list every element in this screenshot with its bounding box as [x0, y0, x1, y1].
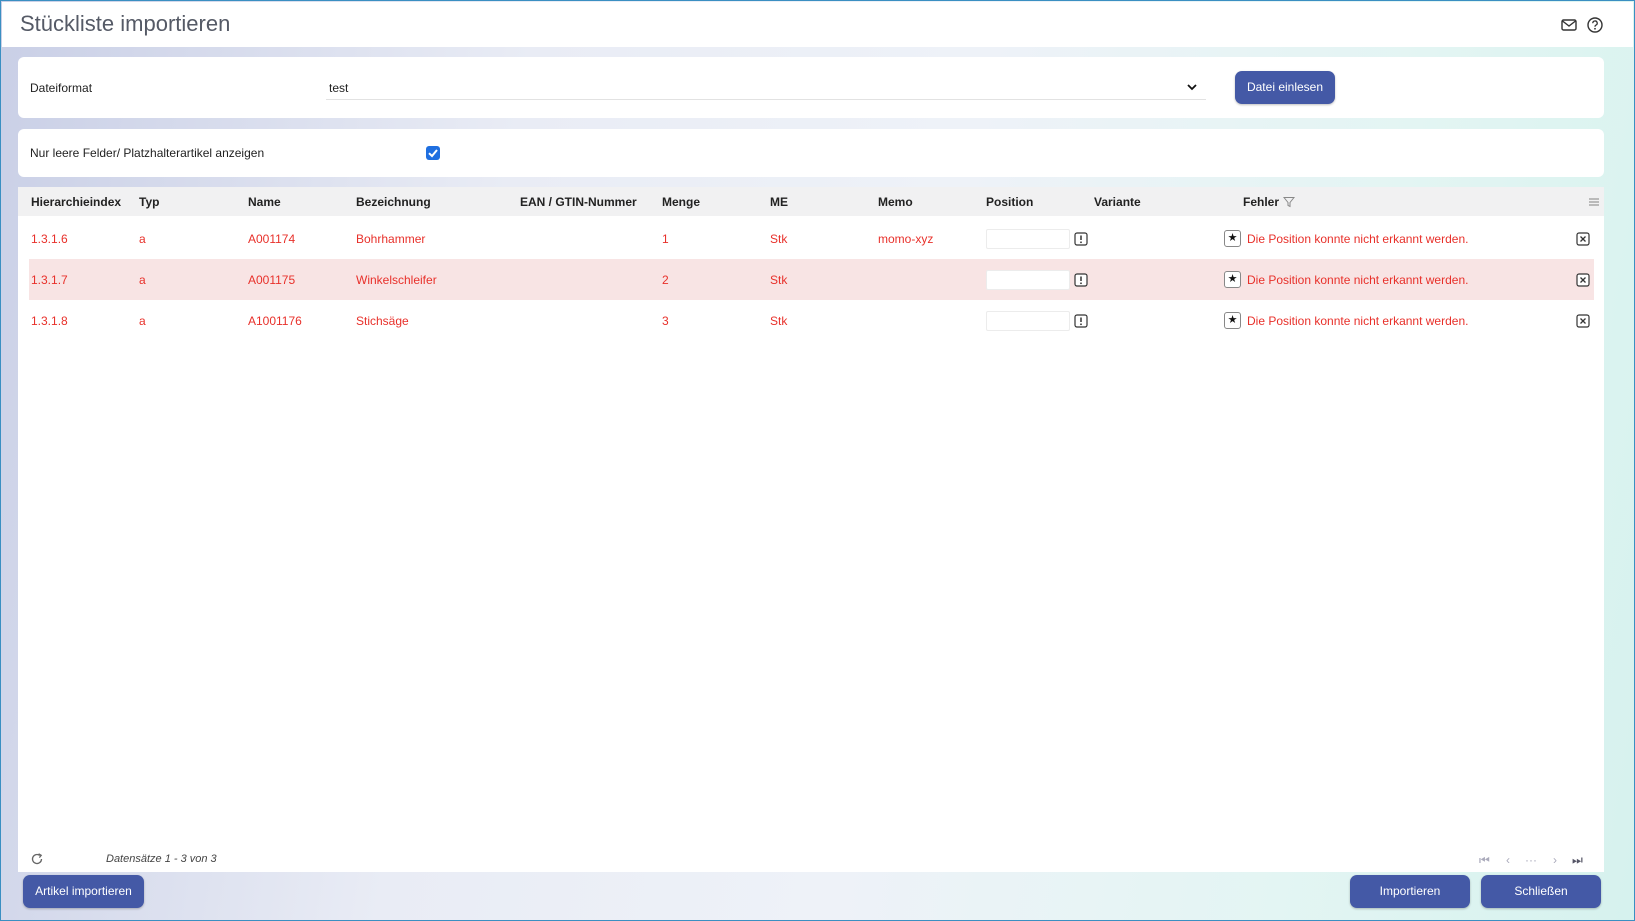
- cell-memo: momo-xyz: [878, 232, 934, 246]
- cell-quantity: 3: [662, 314, 669, 328]
- cell-type: a: [139, 273, 146, 287]
- help-icon[interactable]: [1585, 15, 1605, 35]
- prev-page-icon[interactable]: ‹: [1506, 853, 1510, 867]
- position-input[interactable]: [986, 270, 1070, 290]
- cell-error: Die Position konnte nicht erkannt werden…: [1247, 314, 1469, 328]
- position-input[interactable]: [986, 311, 1070, 331]
- column-header[interactable]: Menge: [662, 195, 700, 209]
- warning-icon[interactable]: [1074, 273, 1088, 287]
- cell-description: Stichsäge: [356, 314, 409, 328]
- cell-quantity: 1: [662, 232, 669, 246]
- first-page-icon[interactable]: ⏮: [1479, 853, 1490, 868]
- cell-name: A1001176: [248, 314, 302, 328]
- position-input[interactable]: [986, 229, 1070, 249]
- table-row[interactable]: 1.3.1.6 a A001174 Bohrhammer 1 Stk momo-…: [29, 218, 1594, 259]
- column-header[interactable]: Fehler: [1243, 195, 1279, 209]
- cell-unit: Stk: [770, 314, 788, 328]
- cell-unit: Stk: [770, 273, 788, 287]
- title-bar: Stückliste importieren: [2, 2, 1633, 47]
- bom-table: Hierarchieindex Typ Name Bezeichnung EAN…: [18, 187, 1604, 872]
- read-file-button[interactable]: Datei einlesen: [1235, 71, 1335, 104]
- cell-type: a: [139, 314, 146, 328]
- star-button[interactable]: ★: [1224, 230, 1241, 247]
- next-page-icon[interactable]: ›: [1553, 853, 1557, 867]
- column-header[interactable]: EAN / GTIN-Nummer: [520, 195, 637, 209]
- star-icon: ★: [1227, 273, 1238, 285]
- cell-name: A001174: [248, 232, 296, 246]
- chevron-down-icon: [1187, 84, 1197, 91]
- delete-row-icon[interactable]: [1576, 232, 1590, 246]
- import-dialog: Stückliste importieren Dateiformat test …: [0, 0, 1635, 921]
- cell-quantity: 2: [662, 273, 669, 287]
- dialog-title: Stückliste importieren: [20, 11, 231, 36]
- close-button[interactable]: Schließen: [1481, 875, 1601, 908]
- filter-icon[interactable]: [1283, 196, 1295, 208]
- star-icon: ★: [1227, 232, 1238, 244]
- cell-unit: Stk: [770, 232, 788, 246]
- import-button[interactable]: Importieren: [1350, 875, 1470, 908]
- column-header[interactable]: Memo: [878, 195, 913, 209]
- delete-row-icon[interactable]: [1576, 314, 1590, 328]
- file-format-value: test: [329, 81, 349, 95]
- column-menu-icon[interactable]: [1588, 196, 1600, 208]
- table-header: Hierarchieindex Typ Name Bezeichnung EAN…: [18, 187, 1604, 216]
- record-count: Datensätze 1 - 3 von 3: [106, 853, 217, 865]
- more-pages-icon[interactable]: ···: [1525, 853, 1537, 867]
- column-header[interactable]: Variante: [1094, 195, 1141, 209]
- cell-type: a: [139, 232, 146, 246]
- star-button[interactable]: ★: [1224, 312, 1241, 329]
- table-row[interactable]: 1.3.1.8 a A1001176 Stichsäge 3 Stk ★ Die…: [29, 300, 1594, 341]
- star-icon: ★: [1227, 314, 1238, 326]
- cell-index: 1.3.1.8: [31, 314, 68, 328]
- table-row[interactable]: 1.3.1.7 a A001175 Winkelschleifer 2 Stk …: [29, 259, 1594, 300]
- cell-error: Die Position konnte nicht erkannt werden…: [1247, 232, 1469, 246]
- column-header[interactable]: Typ: [139, 195, 159, 209]
- empty-fields-checkbox[interactable]: [426, 146, 440, 160]
- empty-fields-filter-label: Nur leere Felder/ Platzhalterartikel anz…: [30, 146, 265, 160]
- cell-error: Die Position konnte nicht erkannt werden…: [1247, 273, 1469, 287]
- cell-description: Bohrhammer: [356, 232, 426, 246]
- column-header[interactable]: ME: [770, 195, 788, 209]
- last-page-icon[interactable]: ⏭: [1572, 853, 1583, 868]
- delete-row-icon[interactable]: [1576, 273, 1590, 287]
- file-format-select[interactable]: test: [326, 78, 1206, 100]
- column-header[interactable]: Bezeichnung: [356, 195, 431, 209]
- column-header[interactable]: Hierarchieindex: [31, 195, 121, 209]
- refresh-icon[interactable]: [30, 852, 44, 866]
- cell-index: 1.3.1.6: [31, 232, 68, 246]
- file-format-label: Dateiformat: [30, 81, 93, 95]
- column-header[interactable]: Name: [248, 195, 281, 209]
- warning-icon[interactable]: [1074, 314, 1088, 328]
- column-header[interactable]: Position: [986, 195, 1033, 209]
- star-button[interactable]: ★: [1224, 271, 1241, 288]
- cell-index: 1.3.1.7: [31, 273, 68, 287]
- mail-icon[interactable]: [1559, 15, 1579, 35]
- warning-icon[interactable]: [1074, 232, 1088, 246]
- checkmark-icon: [428, 149, 438, 158]
- cell-name: A001175: [248, 273, 296, 287]
- cell-description: Winkelschleifer: [356, 273, 437, 287]
- import-articles-button[interactable]: Artikel importieren: [23, 875, 144, 908]
